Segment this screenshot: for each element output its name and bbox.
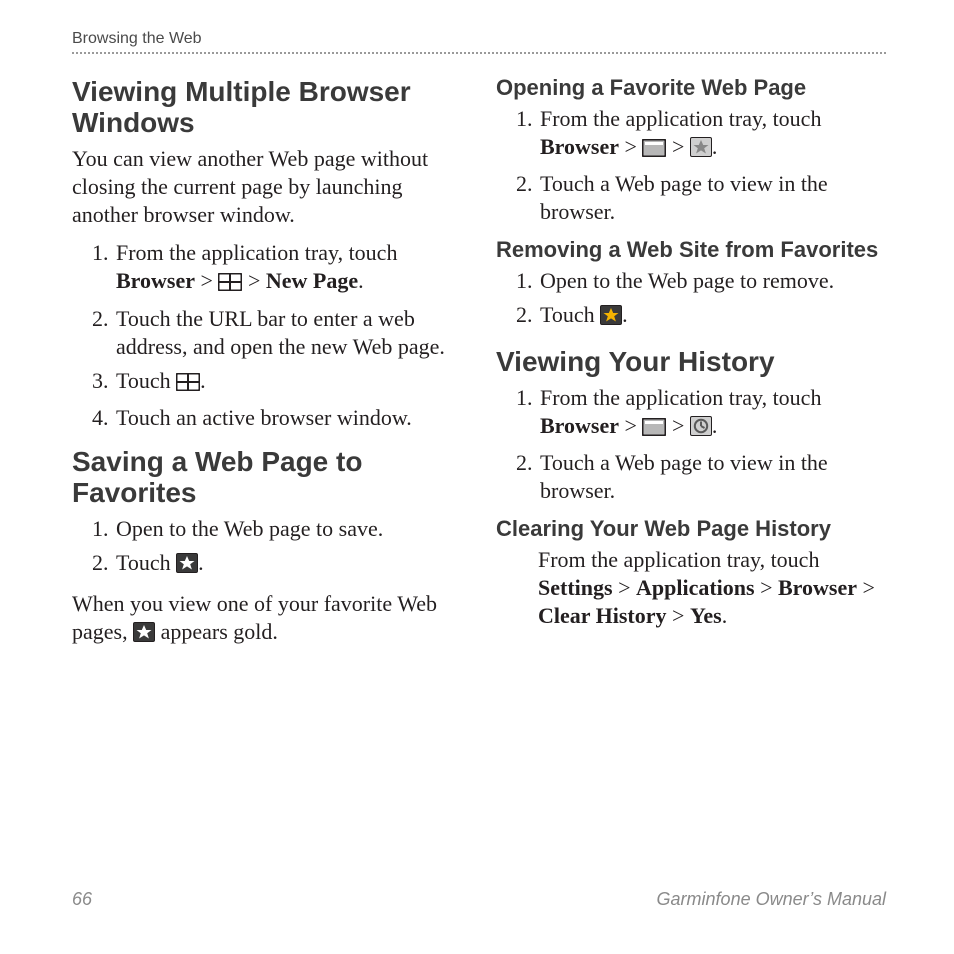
para-favorite-gold: When you view one of your favorite Web p… <box>72 590 462 649</box>
step-text: Touch <box>116 368 176 393</box>
bold-text: Yes <box>690 603 722 628</box>
sep: > <box>195 268 218 293</box>
star-icon <box>133 621 155 649</box>
bold-text: New Page <box>266 268 358 293</box>
list-item: Touch . <box>114 367 462 398</box>
heading-viewing-multiple: Viewing Multiple Browser Windows <box>72 76 462 139</box>
bold-text: Browser <box>778 575 857 600</box>
step-text: From the application tray, touch <box>116 240 397 265</box>
sep: > <box>666 134 689 159</box>
windows-icon <box>218 270 242 298</box>
header-rule <box>72 52 886 54</box>
step-text: Touch <box>540 302 600 327</box>
sep: > <box>613 575 636 600</box>
menu-icon <box>642 415 666 443</box>
star-icon <box>690 136 712 164</box>
history-icon <box>690 415 712 443</box>
list-item: Touch an active browser window. <box>114 404 462 432</box>
heading-clearing-history: Clearing Your Web Page History <box>496 517 886 542</box>
sep: > <box>619 413 642 438</box>
list-item: From the application tray, touch Browser… <box>538 105 886 164</box>
body-text: appears gold. <box>155 619 278 644</box>
steps-viewing-history: From the application tray, touch Browser… <box>496 384 886 506</box>
heading-saving-favorites: Saving a Web Page to Favorites <box>72 446 462 509</box>
star-icon <box>176 552 198 580</box>
steps-removing-favorite: Open to the Web page to remove. Touch . <box>496 267 886 332</box>
para-viewing-multiple: You can view another Web page without cl… <box>72 145 462 229</box>
para-clearing-history: From the application tray, touch Setting… <box>538 546 886 630</box>
bold-text: Browser <box>540 413 619 438</box>
right-column: Opening a Favorite Web Page From the app… <box>496 62 886 659</box>
windows-icon <box>176 370 200 398</box>
running-head: Browsing the Web <box>72 30 886 48</box>
list-item: From the application tray, touch Browser… <box>114 239 462 298</box>
sep: > <box>857 575 875 600</box>
manual-title: Garminfone Owner’s Manual <box>657 889 886 910</box>
heading-removing-favorite: Removing a Web Site from Favorites <box>496 238 886 263</box>
list-item: Touch a Web page to view in the browser. <box>538 170 886 226</box>
star-gold-icon <box>600 304 622 332</box>
bold-text: Browser <box>540 134 619 159</box>
bold-text: Applications <box>636 575 755 600</box>
heading-viewing-history: Viewing Your History <box>496 346 886 377</box>
sep: > <box>667 603 690 628</box>
bold-text: Browser <box>116 268 195 293</box>
manual-page: Browsing the Web Viewing Multiple Browse… <box>0 0 954 954</box>
list-item: Touch . <box>538 301 886 332</box>
sep: > <box>619 134 642 159</box>
sep: > <box>755 575 778 600</box>
list-item: Touch . <box>114 549 462 580</box>
list-item: From the application tray, touch Browser… <box>538 384 886 443</box>
sep: > <box>666 413 689 438</box>
step-text: Touch <box>116 550 176 575</box>
step-text: From the application tray, touch <box>540 385 821 410</box>
list-item: Touch a Web page to view in the browser. <box>538 449 886 505</box>
two-column-layout: Viewing Multiple Browser Windows You can… <box>72 62 886 659</box>
steps-saving-favorites: Open to the Web page to save. Touch . <box>72 515 462 580</box>
list-item: Open to the Web page to save. <box>114 515 462 543</box>
step-text: From the application tray, touch <box>540 106 821 131</box>
steps-opening-favorite: From the application tray, touch Browser… <box>496 105 886 227</box>
sep: > <box>242 268 265 293</box>
steps-viewing-multiple: From the application tray, touch Browser… <box>72 239 462 432</box>
menu-icon <box>642 136 666 164</box>
page-number: 66 <box>72 889 92 910</box>
bold-text: Clear History <box>538 603 667 628</box>
left-column: Viewing Multiple Browser Windows You can… <box>72 62 462 659</box>
body-text: From the application tray, touch <box>538 547 819 572</box>
bold-text: Settings <box>538 575 613 600</box>
list-item: Touch the URL bar to enter a web address… <box>114 305 462 361</box>
page-footer: 66 Garminfone Owner’s Manual <box>72 889 886 910</box>
list-item: Open to the Web page to remove. <box>538 267 886 295</box>
heading-opening-favorite: Opening a Favorite Web Page <box>496 76 886 101</box>
